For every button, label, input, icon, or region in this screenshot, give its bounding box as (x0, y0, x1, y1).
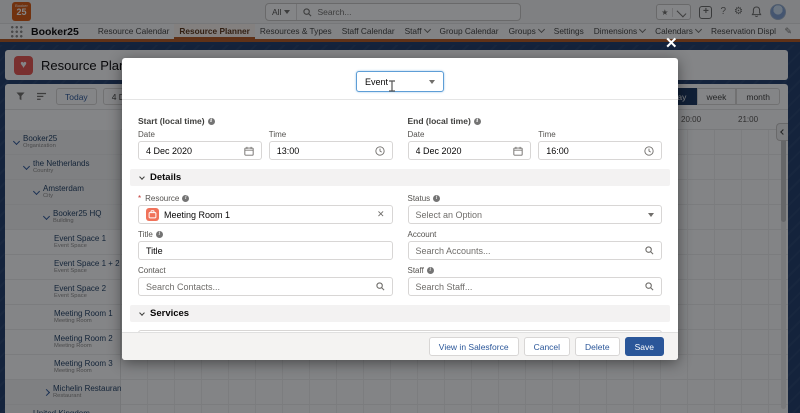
resource-object-icon (146, 208, 159, 221)
cancel-button[interactable]: Cancel (524, 337, 570, 356)
modal-close-icon[interactable]: ✕ (665, 36, 678, 51)
account-search-input[interactable]: Search Accounts... (408, 241, 663, 260)
resource-label: Resource (145, 194, 179, 203)
clock-icon[interactable] (375, 146, 385, 156)
reservation-type-row: Event (122, 58, 678, 100)
start-label: Start (local time) (138, 116, 205, 126)
title-label: Title (138, 230, 153, 239)
start-time-label: Time (269, 130, 393, 139)
modal-body: Start (local time) i Date 4 Dec 2020 (122, 100, 678, 349)
save-button[interactable]: Save (625, 337, 664, 356)
contact-search-input[interactable]: Search Contacts... (138, 277, 393, 296)
end-time-label: Time (538, 130, 662, 139)
delete-button[interactable]: Delete (575, 337, 620, 356)
view-in-salesforce-button[interactable]: View in Salesforce (429, 337, 519, 356)
chevron-down-icon (139, 310, 145, 316)
title-input[interactable]: Title (138, 241, 393, 260)
search-icon (376, 282, 385, 291)
reservation-modal: Event Start (local time) i Date 4 (122, 58, 678, 360)
start-date-input[interactable]: 4 Dec 2020 (138, 141, 262, 160)
chevron-down-icon (648, 213, 654, 217)
info-icon: i (427, 267, 434, 274)
clock-icon[interactable] (644, 146, 654, 156)
datetime-section: Start (local time) i Date 4 Dec 2020 (138, 116, 662, 160)
search-icon (645, 246, 654, 255)
details-section-header[interactable]: Details (130, 169, 670, 186)
info-icon: i (433, 195, 440, 202)
info-icon: i (156, 231, 163, 238)
end-group: End (local time) i Date 4 Dec 2020 T (408, 116, 663, 160)
contact-label: Contact (138, 266, 166, 275)
chevron-down-icon (429, 80, 435, 84)
info-icon: i (208, 118, 215, 125)
chevron-down-icon (139, 174, 145, 180)
status-label: Status (408, 194, 431, 203)
clear-resource-icon[interactable]: ✕ (377, 209, 385, 220)
app-root: Booker 25 All Search... ★ + ? ⚙ Booker25 (0, 0, 800, 413)
end-date-input[interactable]: 4 Dec 2020 (408, 141, 532, 160)
search-icon (645, 282, 654, 291)
calendar-icon[interactable] (513, 146, 523, 156)
info-icon: i (182, 195, 189, 202)
account-label: Account (408, 230, 437, 239)
start-group: Start (local time) i Date 4 Dec 2020 (138, 116, 393, 160)
calendar-icon[interactable] (244, 146, 254, 156)
resource-field[interactable]: Meeting Room 1 ✕ (138, 205, 393, 224)
modal-footer: View in Salesforce Cancel Delete Save (122, 332, 678, 360)
status-select[interactable]: Select an Option (408, 205, 663, 224)
end-label: End (local time) (408, 116, 471, 126)
reservation-type-value: Event (365, 77, 388, 87)
end-time-input[interactable]: 16:00 (538, 141, 662, 160)
required-asterisk: * (138, 194, 141, 203)
start-date-label: Date (138, 130, 262, 139)
details-fields: * Resource i Meeting Room 1 ✕ Status (138, 194, 662, 296)
start-time-input[interactable]: 13:00 (269, 141, 393, 160)
end-date-label: Date (408, 130, 532, 139)
info-icon: i (474, 118, 481, 125)
text-cursor-ibeam (388, 80, 396, 92)
staff-search-input[interactable]: Search Staff... (408, 277, 663, 296)
staff-label: Staff (408, 266, 424, 275)
reservation-type-select[interactable]: Event (356, 71, 444, 92)
services-section-header[interactable]: Services (130, 305, 670, 322)
